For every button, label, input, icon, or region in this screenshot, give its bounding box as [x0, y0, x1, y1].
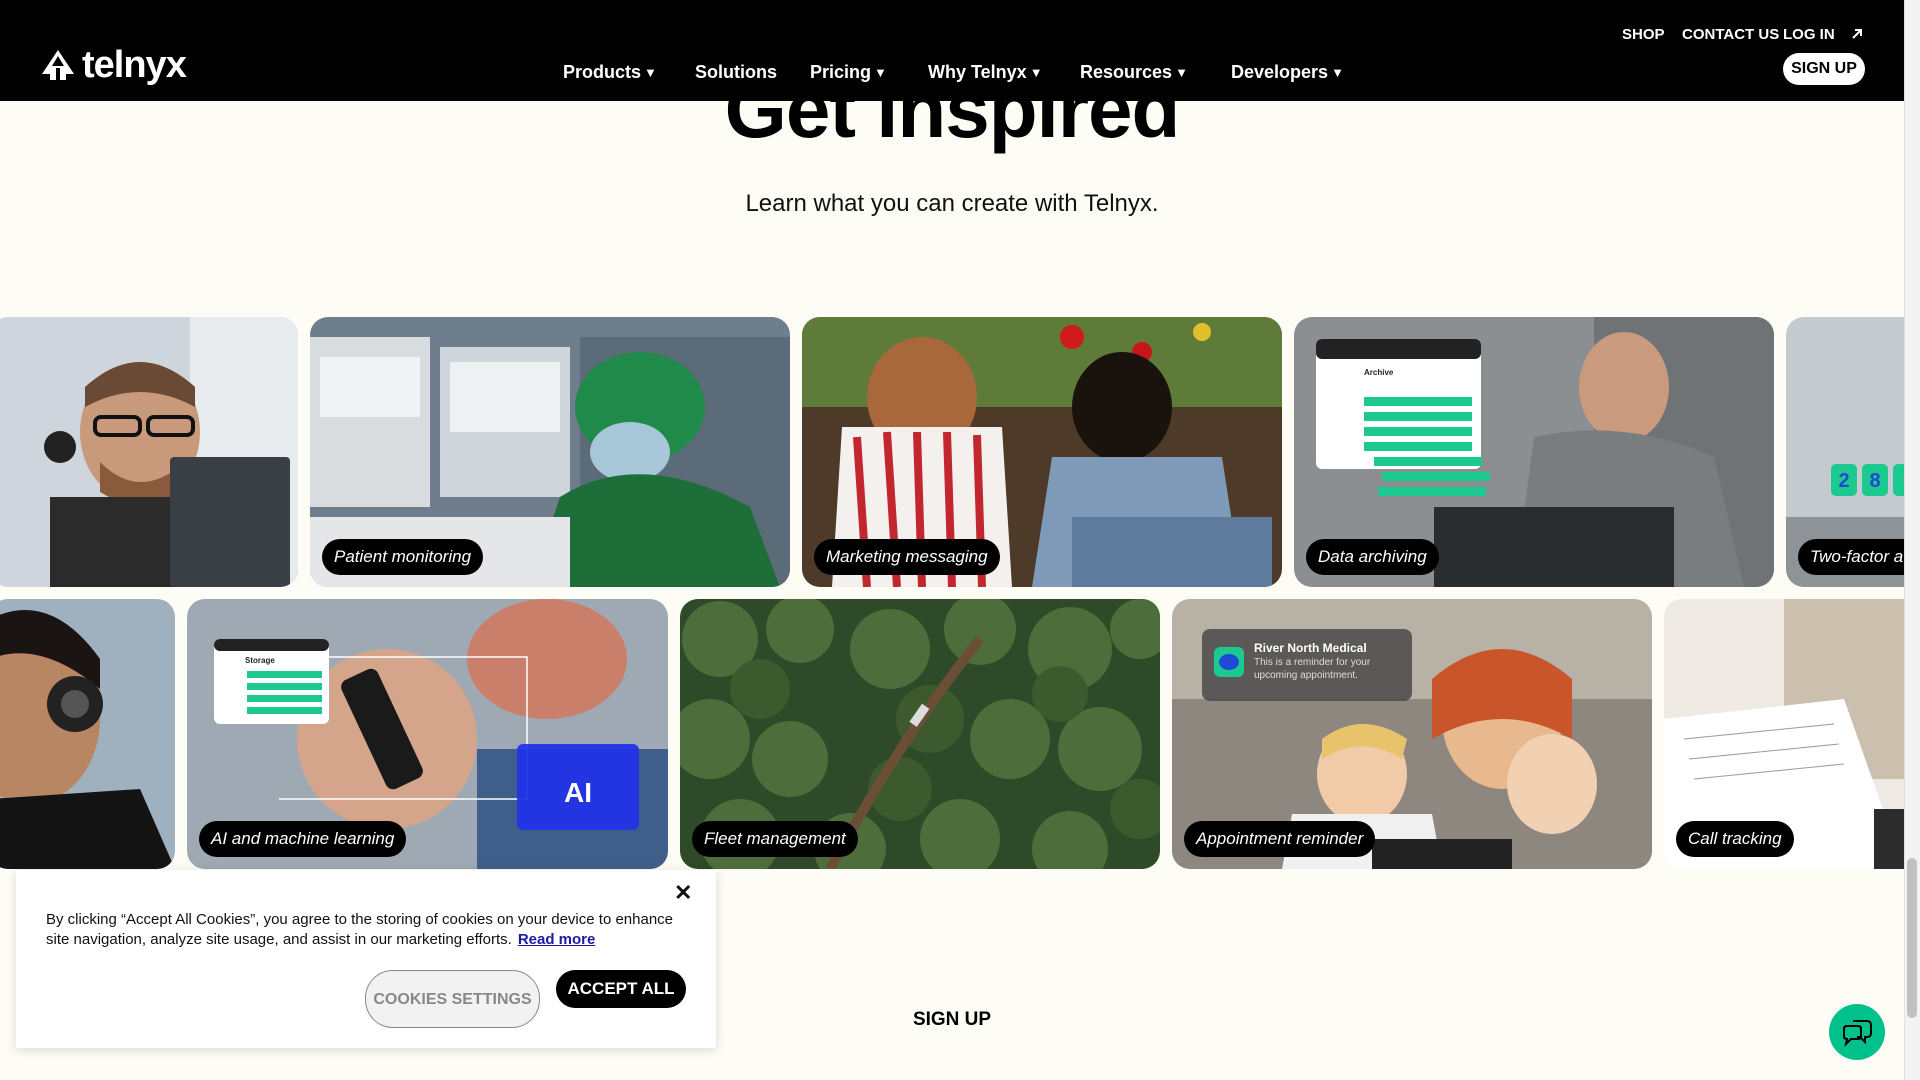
- nav-resources[interactable]: Resources ▼: [1080, 62, 1188, 83]
- card-label: Appointment reminder: [1184, 821, 1376, 857]
- storage-overlay-title: Storage: [245, 656, 275, 665]
- card-label: Fleet management: [692, 821, 858, 857]
- card-label: Two-factor a: [1798, 539, 1904, 575]
- section-subtitle: Learn what you can create with Telnyx.: [745, 190, 1159, 217]
- contact-us-link[interactable]: CONTACT US: [1682, 26, 1779, 43]
- nav-why-telnyx[interactable]: Why Telnyx ▼: [928, 62, 1043, 83]
- use-case-card-two-factor[interactable]: 2 8 Two-factor a: [1786, 317, 1904, 587]
- logo-icon: [42, 50, 74, 80]
- svg-text:8: 8: [1869, 470, 1880, 492]
- cookies-settings-button[interactable]: COOKIES SETTINGS: [365, 970, 540, 1028]
- reminder-title: River North Medical: [1254, 641, 1367, 655]
- brand-name: telnyx: [82, 44, 187, 86]
- caret-down-icon: ▼: [1029, 65, 1043, 80]
- card-label: AI and machine learning: [199, 821, 407, 857]
- telnyx-logo[interactable]: telnyx: [40, 44, 187, 86]
- nav-developers[interactable]: Developers ▼: [1231, 62, 1344, 83]
- accept-all-button[interactable]: ACCEPT ALL: [556, 970, 686, 1008]
- external-arrow-icon: [1852, 29, 1862, 39]
- header-signup-button[interactable]: SIGN UP: [1783, 53, 1865, 85]
- ai-badge: AI: [564, 777, 592, 808]
- card-label: Patient monitoring: [322, 539, 484, 575]
- archive-overlay-title: Archive: [1364, 368, 1394, 377]
- close-icon[interactable]: ✕: [674, 880, 692, 906]
- cookie-text-block: By clicking “Accept All Cookies”, you ag…: [46, 910, 686, 950]
- use-case-card-ai-machine-learning[interactable]: Storage AI AI and machine learning: [187, 599, 668, 869]
- use-case-card-fleet-management[interactable]: Fleet management: [680, 599, 1160, 869]
- use-case-card-data-archiving[interactable]: Archive Data archiving: [1294, 317, 1774, 587]
- caret-down-icon: ▼: [644, 65, 657, 80]
- use-case-card-call-center[interactable]: [0, 317, 298, 587]
- nav-pricing[interactable]: Pricing ▼: [810, 62, 887, 83]
- use-case-card-patient-monitoring[interactable]: Patient monitoring: [310, 317, 790, 587]
- read-more-link[interactable]: Read more: [518, 931, 596, 948]
- svg-text:2: 2: [1838, 470, 1849, 492]
- card-image: [0, 599, 175, 869]
- card-label: Marketing messaging: [814, 539, 1000, 575]
- page: Get inspired Learn what you can create w…: [0, 0, 1904, 1080]
- chat-bubbles-icon: [1843, 1020, 1872, 1047]
- card-label: Data archiving: [1306, 539, 1439, 575]
- card-image: [0, 317, 298, 587]
- chat-button[interactable]: [1829, 1004, 1885, 1060]
- caret-down-icon: ▼: [1175, 65, 1188, 80]
- log-in-link[interactable]: LOG IN: [1783, 26, 1835, 43]
- cookie-banner: ✕ By clicking “Accept All Cookies”, you …: [16, 870, 716, 1048]
- use-case-card-headphones[interactable]: [0, 599, 175, 869]
- caret-down-icon: ▼: [874, 65, 887, 80]
- use-case-card-call-tracking[interactable]: Call tracking: [1664, 599, 1904, 869]
- use-case-card-marketing-messaging[interactable]: Marketing messaging: [802, 317, 1282, 587]
- site-header: telnyx SHOP CONTACT US LOG IN Products ▼ …: [0, 0, 1904, 101]
- shop-link[interactable]: SHOP: [1622, 26, 1665, 43]
- scrollbar-thumb[interactable]: [1907, 858, 1917, 1018]
- reminder-text: This is a reminder for your upcoming app…: [1254, 657, 1371, 681]
- caret-down-icon: ▼: [1331, 65, 1344, 80]
- card-label: Call tracking: [1676, 821, 1794, 857]
- nav-products[interactable]: Products ▼: [563, 62, 657, 83]
- use-case-card-appointment-reminder[interactable]: River North Medical This is a reminder f…: [1172, 599, 1652, 869]
- nav-solutions[interactable]: Solutions: [695, 62, 777, 83]
